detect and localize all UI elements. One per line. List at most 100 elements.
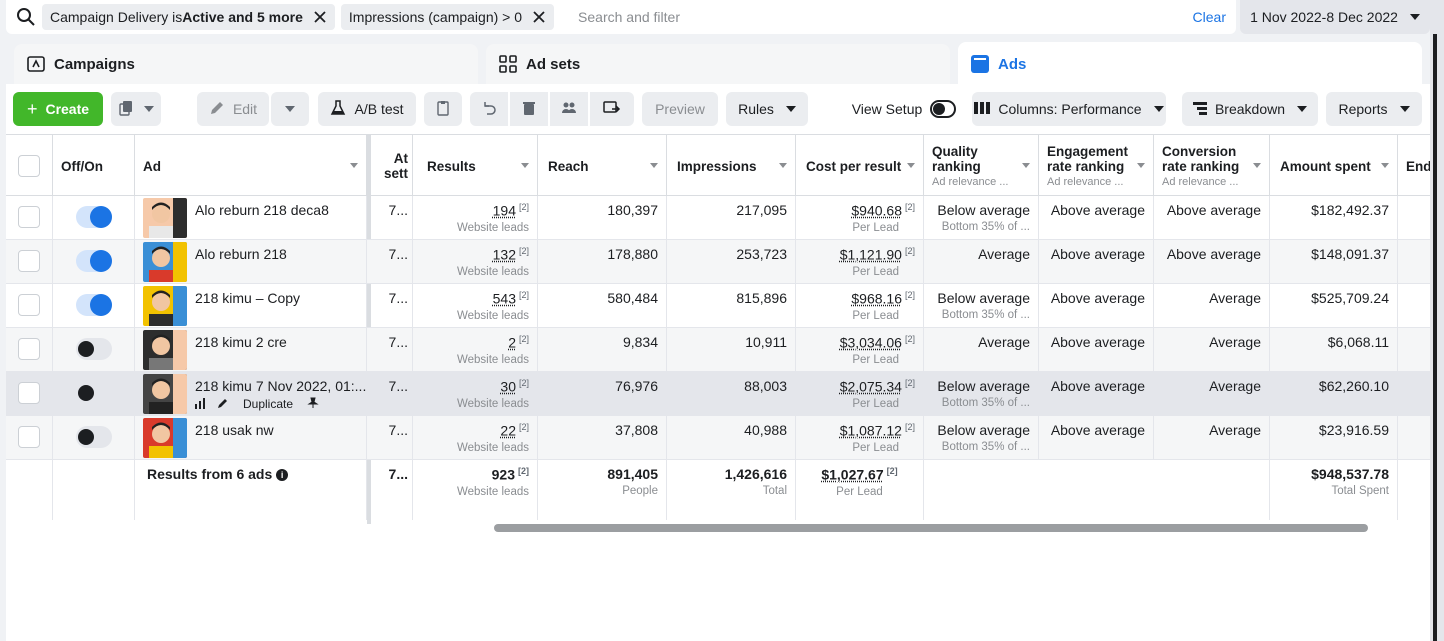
ad-name-cell[interactable]: Alo reburn 218: [135, 240, 367, 284]
filter-chip-delivery[interactable]: Campaign Delivery is Active and 5 more: [42, 4, 335, 30]
duplicate-button[interactable]: [111, 92, 161, 126]
header-ad[interactable]: Ad: [135, 135, 367, 197]
edit-button[interactable]: Edit: [197, 92, 269, 126]
breakdown-button[interactable]: Breakdown: [1182, 92, 1318, 126]
undo-button[interactable]: [470, 92, 508, 126]
table-row[interactable]: Alo reburn 218 7... 132 [2] Website leads …: [6, 240, 1430, 284]
info-icon[interactable]: i: [276, 469, 289, 482]
results-value[interactable]: 30: [500, 379, 516, 395]
ad-name[interactable]: 218 kimu – Copy: [195, 290, 300, 306]
clear-filters-link[interactable]: Clear: [1193, 9, 1226, 25]
total-cost[interactable]: $1,027.67: [821, 467, 883, 483]
toggle-switch[interactable]: [930, 100, 957, 118]
table-row[interactable]: Alo reburn 218 deca8 7... 194 [2] Website …: [6, 196, 1430, 240]
ab-test-label: A/B test: [354, 101, 404, 117]
header-impressions[interactable]: Impressions: [667, 135, 796, 197]
close-icon[interactable]: [313, 10, 327, 24]
select-all-checkbox[interactable]: [18, 155, 40, 177]
duplicate-action[interactable]: Duplicate: [239, 396, 298, 412]
header-cost-per-result[interactable]: Cost per result: [796, 135, 924, 197]
delivery-toggle-cell: [53, 240, 135, 284]
audience-button[interactable]: [550, 92, 588, 126]
row-checkbox[interactable]: [18, 294, 40, 316]
header-offon[interactable]: Off/On: [53, 135, 135, 197]
conversion-value: Average: [1209, 378, 1261, 394]
create-button[interactable]: + Create: [13, 92, 103, 126]
columns-button[interactable]: Columns: Performance: [972, 92, 1166, 126]
ad-name[interactable]: 218 usak nw: [195, 422, 274, 438]
header-conversion-ranking[interactable]: Conversion rate ranking Ad relevance ...: [1154, 135, 1270, 197]
tab-campaigns[interactable]: Campaigns: [14, 44, 478, 84]
header-label: Impressions: [677, 158, 757, 174]
cost-per-result-value[interactable]: $968.16: [851, 291, 902, 307]
delivery-toggle[interactable]: [75, 426, 112, 448]
filter-chip-impressions[interactable]: Impressions (campaign) > 0: [340, 4, 555, 30]
preview-button[interactable]: Preview: [642, 92, 718, 126]
pencil-icon[interactable]: [217, 397, 229, 412]
ad-name-cell[interactable]: 218 kimu 2 cre: [135, 328, 367, 372]
header-line2: rate ranking: [1162, 159, 1240, 174]
cost-per-result-value[interactable]: $3,034.06: [840, 335, 902, 351]
ad-name[interactable]: 218 kimu 2 cre: [195, 334, 287, 350]
delivery-toggle[interactable]: [75, 206, 112, 228]
clipboard-button[interactable]: [424, 92, 462, 126]
ad-name-cell[interactable]: Alo reburn 218 deca8: [135, 196, 367, 240]
row-checkbox[interactable]: [18, 338, 40, 360]
tab-ads[interactable]: Ads: [958, 42, 1422, 86]
results-value[interactable]: 2: [508, 335, 516, 351]
results-value[interactable]: 543: [493, 291, 516, 307]
results-value[interactable]: 132: [493, 247, 516, 263]
export-button[interactable]: [590, 92, 634, 126]
ad-name[interactable]: 218 kimu 7 Nov 2022, 01:...: [195, 378, 366, 394]
table-row[interactable]: 218 kimu 2 cre 7... 2 [2] Website leads 9,…: [6, 328, 1430, 372]
table-row[interactable]: 218 usak nw 7... 22 [2] Website leads 37,8…: [6, 416, 1430, 460]
quality-ranking-cell: Below average Bottom 35% of ...: [924, 372, 1039, 416]
ab-test-button[interactable]: A/B test: [318, 92, 416, 126]
header-results[interactable]: Results: [413, 135, 538, 197]
header-quality-ranking[interactable]: Quality ranking Ad relevance ...: [924, 135, 1039, 197]
ad-name-cell[interactable]: 218 kimu – Copy: [135, 284, 367, 328]
table-row[interactable]: 218 kimu – Copy 7... 543 [2] Website leads…: [6, 284, 1430, 328]
view-setup-toggle[interactable]: View Setup: [844, 92, 964, 126]
pin-icon[interactable]: [307, 397, 319, 412]
header-attribution[interactable]: At sett: [371, 135, 413, 197]
total-cost-footnote: [2]: [886, 466, 898, 476]
ad-name[interactable]: Alo reburn 218: [195, 246, 287, 262]
row-checkbox[interactable]: [18, 206, 40, 228]
ad-name-cell[interactable]: 218 kimu 7 Nov 2022, 01:... Duplicate: [135, 372, 367, 416]
table-row[interactable]: 218 kimu 7 Nov 2022, 01:... Duplicate 7..…: [6, 372, 1430, 416]
cost-per-result-value[interactable]: $2,075.34: [840, 379, 902, 395]
row-checkbox[interactable]: [18, 382, 40, 404]
delivery-toggle[interactable]: [75, 250, 112, 272]
results-value[interactable]: 22: [500, 423, 516, 439]
header-amount-spent[interactable]: Amount spent: [1270, 135, 1398, 197]
header-engagement-ranking[interactable]: Engagement rate ranking Ad relevance ...: [1039, 135, 1154, 197]
delete-button[interactable]: [510, 92, 548, 126]
row-checkbox[interactable]: [18, 250, 40, 272]
row-checkbox[interactable]: [18, 426, 40, 448]
total-label: Results from 6 ads: [147, 466, 273, 482]
ad-icon: [970, 54, 990, 74]
cost-per-result-value[interactable]: $1,121.90: [840, 247, 902, 263]
search-input[interactable]: [578, 9, 1193, 25]
vertical-scrollbar[interactable]: [1430, 0, 1444, 641]
edit-dropdown-button[interactable]: [271, 92, 309, 126]
header-end[interactable]: End: [1398, 135, 1432, 197]
delivery-toggle[interactable]: [75, 294, 112, 316]
ad-name-cell[interactable]: 218 usak nw: [135, 416, 367, 460]
reach-cell: 580,484: [538, 284, 667, 328]
results-value[interactable]: 194: [493, 203, 516, 219]
close-icon[interactable]: [532, 10, 546, 24]
cost-per-result-value[interactable]: $1,087.12: [840, 423, 902, 439]
tab-ad-sets[interactable]: Ad sets: [486, 44, 950, 84]
chart-icon[interactable]: [195, 397, 207, 412]
rules-button[interactable]: Rules: [726, 92, 808, 126]
delivery-toggle[interactable]: [75, 338, 112, 360]
reports-button[interactable]: Reports: [1326, 92, 1422, 126]
ad-name[interactable]: Alo reburn 218 deca8: [195, 202, 329, 218]
delivery-toggle[interactable]: [75, 382, 112, 404]
header-reach[interactable]: Reach: [538, 135, 667, 197]
date-range-picker[interactable]: 1 Nov 2022-8 Dec 2022: [1240, 0, 1430, 34]
cost-per-result-value[interactable]: $940.68: [851, 203, 902, 219]
horizontal-scrollbar[interactable]: [494, 524, 1368, 532]
